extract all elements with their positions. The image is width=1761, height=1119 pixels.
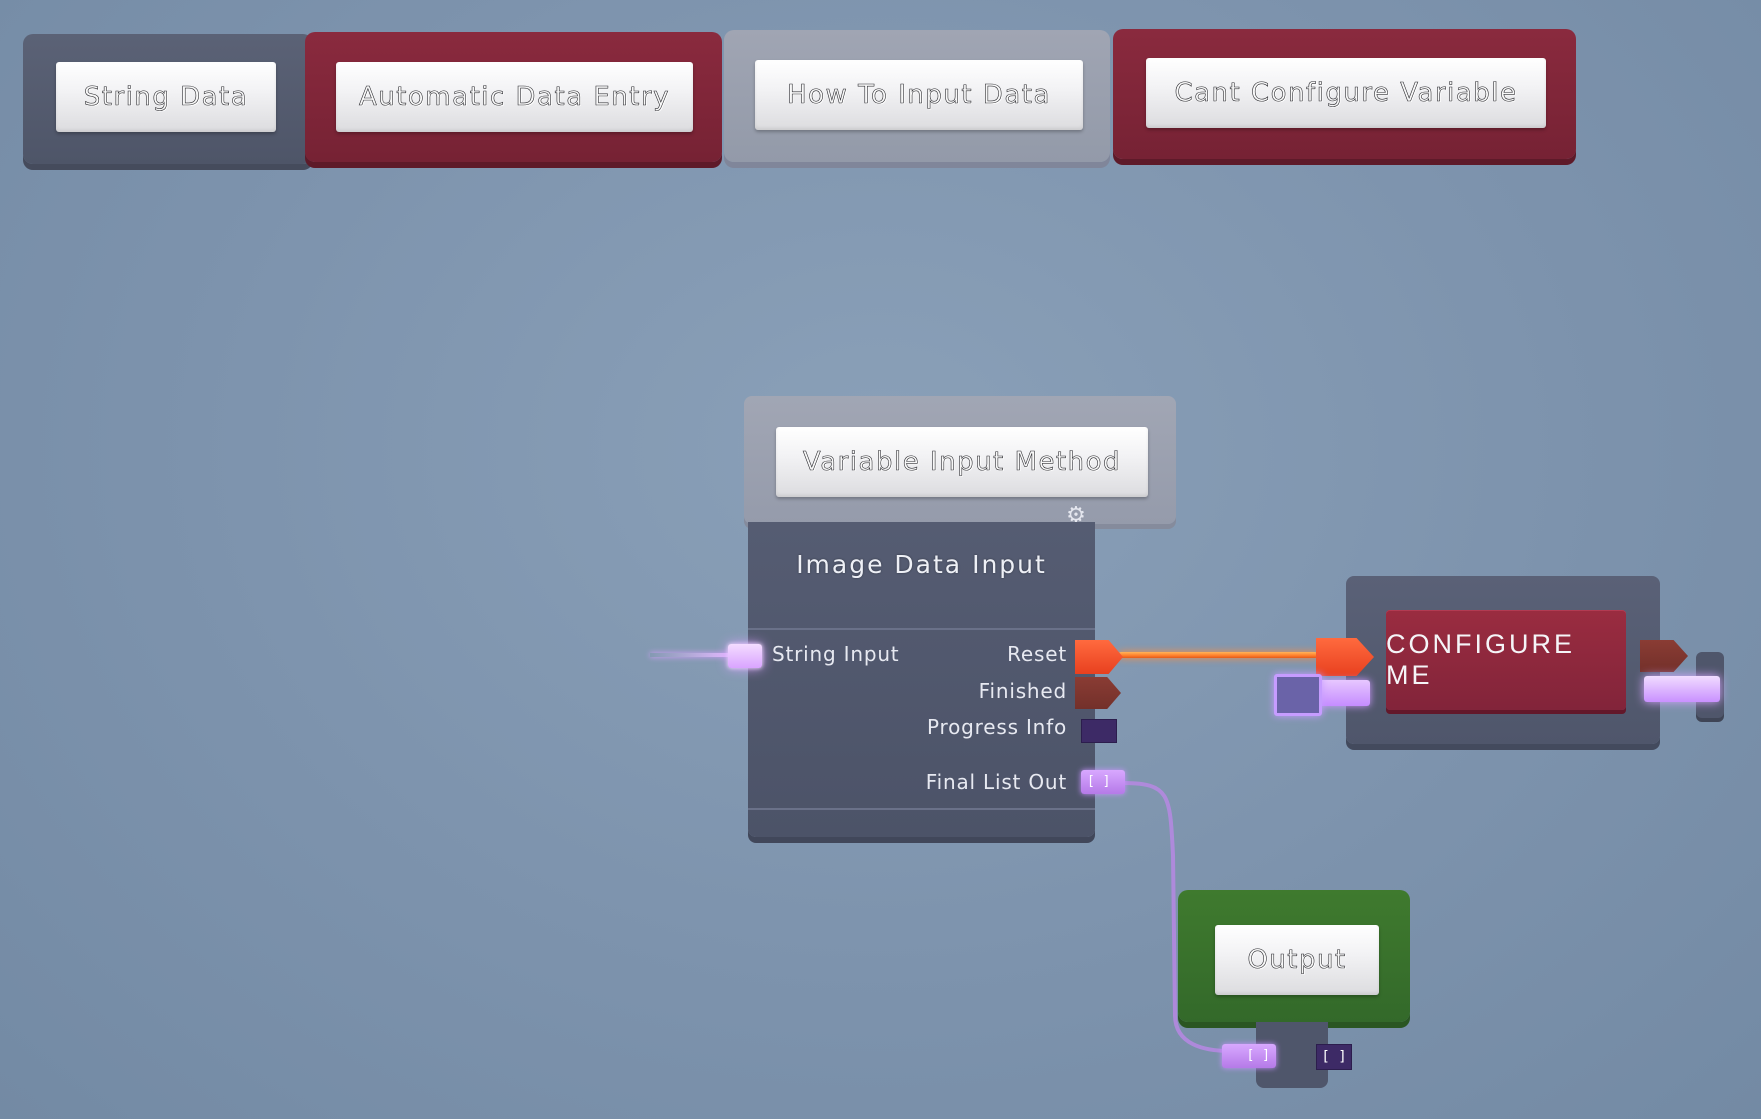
- variable-input-method-label[interactable]: Variable Input Method: [776, 427, 1148, 497]
- output-label[interactable]: Output: [1215, 925, 1379, 995]
- variable-input-method-text: Variable Input Method: [802, 447, 1122, 478]
- string-data-label[interactable]: String Data: [56, 62, 276, 132]
- progress-info-label: Progress Info: [927, 715, 1067, 739]
- image-data-input-node[interactable]: Image Data Input String Input Reset Fini…: [748, 522, 1095, 837]
- automatic-data-entry-text: Automatic Data Entry: [358, 82, 671, 113]
- how-to-input-data-label[interactable]: How To Input Data: [755, 60, 1083, 130]
- configure-data-in-port[interactable]: [1316, 680, 1370, 706]
- reset-label: Reset: [1007, 642, 1067, 666]
- output-list-out-port[interactable]: [ ]: [1316, 1044, 1352, 1070]
- string-input-port[interactable]: [728, 644, 762, 668]
- final-list-out-label: Final List Out: [925, 770, 1067, 794]
- progress-info-port[interactable]: [1081, 719, 1117, 743]
- string-data-text: String Data: [83, 82, 249, 113]
- configure-exec-out-port[interactable]: [1640, 640, 1688, 672]
- cant-configure-variable-text: Cant Configure Variable: [1174, 78, 1518, 109]
- node-divider: [748, 808, 1095, 810]
- string-input-wire: [650, 653, 732, 657]
- node-title: Image Data Input: [796, 550, 1047, 579]
- configure-data-out-port[interactable]: [1644, 676, 1720, 702]
- automatic-data-entry-label[interactable]: Automatic Data Entry: [336, 62, 693, 132]
- reset-port[interactable]: [1075, 640, 1123, 674]
- string-input-label: String Input: [772, 642, 900, 666]
- configure-me-button[interactable]: CONFIGURE ME: [1386, 610, 1626, 710]
- final-list-out-port[interactable]: [ ]: [1081, 770, 1125, 794]
- cant-configure-variable-label[interactable]: Cant Configure Variable: [1146, 58, 1546, 128]
- output-list-in-port[interactable]: [ ]: [1222, 1044, 1276, 1068]
- reset-wire: [1118, 652, 1318, 658]
- how-to-input-data-text: How To Input Data: [787, 80, 1051, 111]
- configure-variable-icon[interactable]: [1274, 674, 1322, 716]
- node-divider: [748, 628, 1095, 630]
- finished-port[interactable]: [1075, 677, 1121, 709]
- output-text: Output: [1247, 945, 1347, 976]
- finished-label: Finished: [978, 679, 1067, 703]
